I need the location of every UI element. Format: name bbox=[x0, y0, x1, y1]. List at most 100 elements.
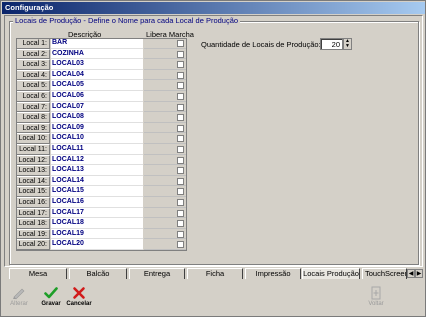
libera-marcha-checkbox[interactable] bbox=[177, 230, 184, 238]
local-description-field[interactable]: LOCAL14 bbox=[51, 175, 143, 187]
libera-marcha-cell bbox=[144, 101, 186, 113]
local-row-label: Local 4: bbox=[16, 69, 50, 81]
tab-balcao[interactable]: Balcão bbox=[69, 268, 127, 279]
alterar-button[interactable]: Alterar bbox=[5, 286, 33, 312]
local-description-field[interactable]: COZINHA bbox=[51, 48, 143, 60]
libera-marcha-cell bbox=[144, 154, 186, 166]
libera-marcha-checkbox[interactable] bbox=[177, 188, 184, 196]
local-description-field[interactable]: LOCAL03 bbox=[51, 59, 143, 70]
local-description-field[interactable]: LOCAL09 bbox=[51, 122, 143, 134]
libera-marcha-checkbox[interactable] bbox=[177, 50, 184, 58]
local-row-label: Local 15: bbox=[16, 186, 50, 197]
tab-impressao[interactable]: Impressão bbox=[245, 268, 301, 279]
libera-marcha-checkbox[interactable] bbox=[177, 220, 184, 228]
local-row: Local 3: LOCAL03 bbox=[16, 59, 186, 70]
voltar-label: Voltar bbox=[368, 301, 384, 307]
local-description-field[interactable]: LOCAL19 bbox=[51, 228, 143, 240]
config-window: Configuração Locais de Produção - Define… bbox=[0, 0, 426, 317]
quantity-label: Quantidade de Locais de Produção: bbox=[201, 40, 321, 49]
local-row-label: Local 16: bbox=[16, 197, 50, 208]
tab-mesa[interactable]: Mesa bbox=[9, 268, 67, 279]
local-description-field[interactable]: LOCAL18 bbox=[51, 218, 143, 229]
local-row-label: Local 19: bbox=[16, 228, 50, 240]
local-description-field[interactable]: LOCAL05 bbox=[51, 80, 143, 91]
gravar-button[interactable]: Gravar bbox=[37, 286, 65, 312]
local-row-label: Local 1: bbox=[16, 38, 50, 49]
local-row-label: Local 2: bbox=[16, 48, 50, 60]
libera-marcha-checkbox[interactable] bbox=[177, 241, 184, 249]
local-description-field[interactable]: LOCAL16 bbox=[51, 197, 143, 208]
libera-marcha-checkbox[interactable] bbox=[177, 156, 184, 164]
libera-marcha-checkbox[interactable] bbox=[177, 93, 184, 100]
quantity-input[interactable]: 20 bbox=[320, 38, 343, 50]
local-row-label: Local 14: bbox=[16, 175, 50, 187]
libera-marcha-checkbox[interactable] bbox=[177, 124, 184, 132]
tab-touchscreen[interactable]: TouchScreen bbox=[362, 268, 407, 279]
local-description-field[interactable]: LOCAL10 bbox=[51, 133, 143, 144]
local-description-field[interactable]: LOCAL17 bbox=[51, 207, 143, 219]
libera-marcha-cell bbox=[144, 197, 186, 208]
libera-marcha-checkbox[interactable] bbox=[177, 209, 184, 217]
tab-entrega[interactable]: Entrega bbox=[129, 268, 185, 279]
local-description-field[interactable]: LOCAL20 bbox=[51, 239, 143, 250]
libera-marcha-checkbox[interactable] bbox=[177, 199, 184, 206]
libera-marcha-cell bbox=[144, 112, 186, 123]
libera-marcha-cell bbox=[144, 80, 186, 91]
exit-icon bbox=[371, 286, 381, 300]
local-row: Local 16: LOCAL16 bbox=[16, 197, 186, 208]
libera-marcha-checkbox[interactable] bbox=[177, 114, 184, 122]
tab-ficha[interactable]: Ficha bbox=[187, 268, 243, 279]
local-description-field[interactable]: LOCAL15 bbox=[51, 186, 143, 197]
libera-marcha-checkbox[interactable] bbox=[177, 135, 184, 143]
libera-marcha-cell bbox=[144, 59, 186, 70]
quantity-spinner[interactable]: ▲ ▼ bbox=[343, 38, 352, 50]
local-row: Local 14: LOCAL14 bbox=[16, 175, 186, 187]
local-row-label: Local 18: bbox=[16, 218, 50, 229]
libera-marcha-cell bbox=[144, 228, 186, 240]
libera-marcha-checkbox[interactable] bbox=[177, 103, 184, 111]
local-description-field[interactable]: LOCAL12 bbox=[51, 154, 143, 166]
cancelar-button[interactable]: Cancelar bbox=[65, 286, 93, 312]
tab-locais-producao[interactable]: Locais Produção bbox=[302, 268, 360, 279]
libera-marcha-cell bbox=[144, 38, 186, 49]
group-legend: Locais de Produção - Define o Nome para … bbox=[13, 16, 241, 26]
libera-marcha-checkbox[interactable] bbox=[177, 167, 184, 175]
alterar-label: Alterar bbox=[10, 301, 28, 307]
local-row: Local 19: LOCAL19 bbox=[16, 228, 186, 240]
libera-marcha-checkbox[interactable] bbox=[177, 146, 184, 153]
local-description-field[interactable]: LOCAL11 bbox=[51, 144, 143, 155]
chevron-right-icon[interactable]: ▶ bbox=[415, 269, 423, 278]
local-row-label: Local 20: bbox=[16, 239, 50, 250]
libera-marcha-cell bbox=[144, 122, 186, 134]
spin-down-icon[interactable]: ▼ bbox=[344, 44, 351, 49]
local-description-field[interactable]: BAR bbox=[51, 38, 143, 49]
local-description-field[interactable]: LOCAL08 bbox=[51, 112, 143, 123]
local-description-field[interactable]: LOCAL13 bbox=[51, 165, 143, 176]
local-row-label: Local 17: bbox=[16, 207, 50, 219]
libera-marcha-cell bbox=[144, 144, 186, 155]
local-row: Local 17: LOCAL17 bbox=[16, 207, 186, 219]
libera-marcha-cell bbox=[144, 175, 186, 187]
libera-marcha-cell bbox=[144, 91, 186, 102]
libera-marcha-checkbox[interactable] bbox=[177, 40, 184, 47]
libera-marcha-cell bbox=[144, 186, 186, 197]
pencil-icon bbox=[13, 288, 25, 300]
local-row: Local 5: LOCAL05 bbox=[16, 80, 186, 91]
voltar-button[interactable]: Voltar bbox=[362, 286, 390, 312]
local-row: Local 18: LOCAL18 bbox=[16, 218, 186, 229]
local-row-label: Local 12: bbox=[16, 154, 50, 166]
local-description-field[interactable]: LOCAL04 bbox=[51, 69, 143, 81]
libera-marcha-checkbox[interactable] bbox=[177, 177, 184, 185]
local-description-field[interactable]: LOCAL07 bbox=[51, 101, 143, 113]
local-row-label: Local 8: bbox=[16, 112, 50, 123]
chevron-left-icon[interactable]: ◀ bbox=[407, 269, 415, 278]
local-row-label: Local 11: bbox=[16, 144, 50, 155]
libera-marcha-checkbox[interactable] bbox=[177, 82, 184, 90]
local-row: Local 7: LOCAL07 bbox=[16, 101, 186, 113]
libera-marcha-cell bbox=[144, 218, 186, 229]
libera-marcha-checkbox[interactable] bbox=[177, 61, 184, 69]
libera-marcha-checkbox[interactable] bbox=[177, 71, 184, 79]
local-description-field[interactable]: LOCAL06 bbox=[51, 91, 143, 102]
local-row: Local 1: BAR bbox=[16, 38, 186, 49]
libera-marcha-cell bbox=[144, 165, 186, 176]
